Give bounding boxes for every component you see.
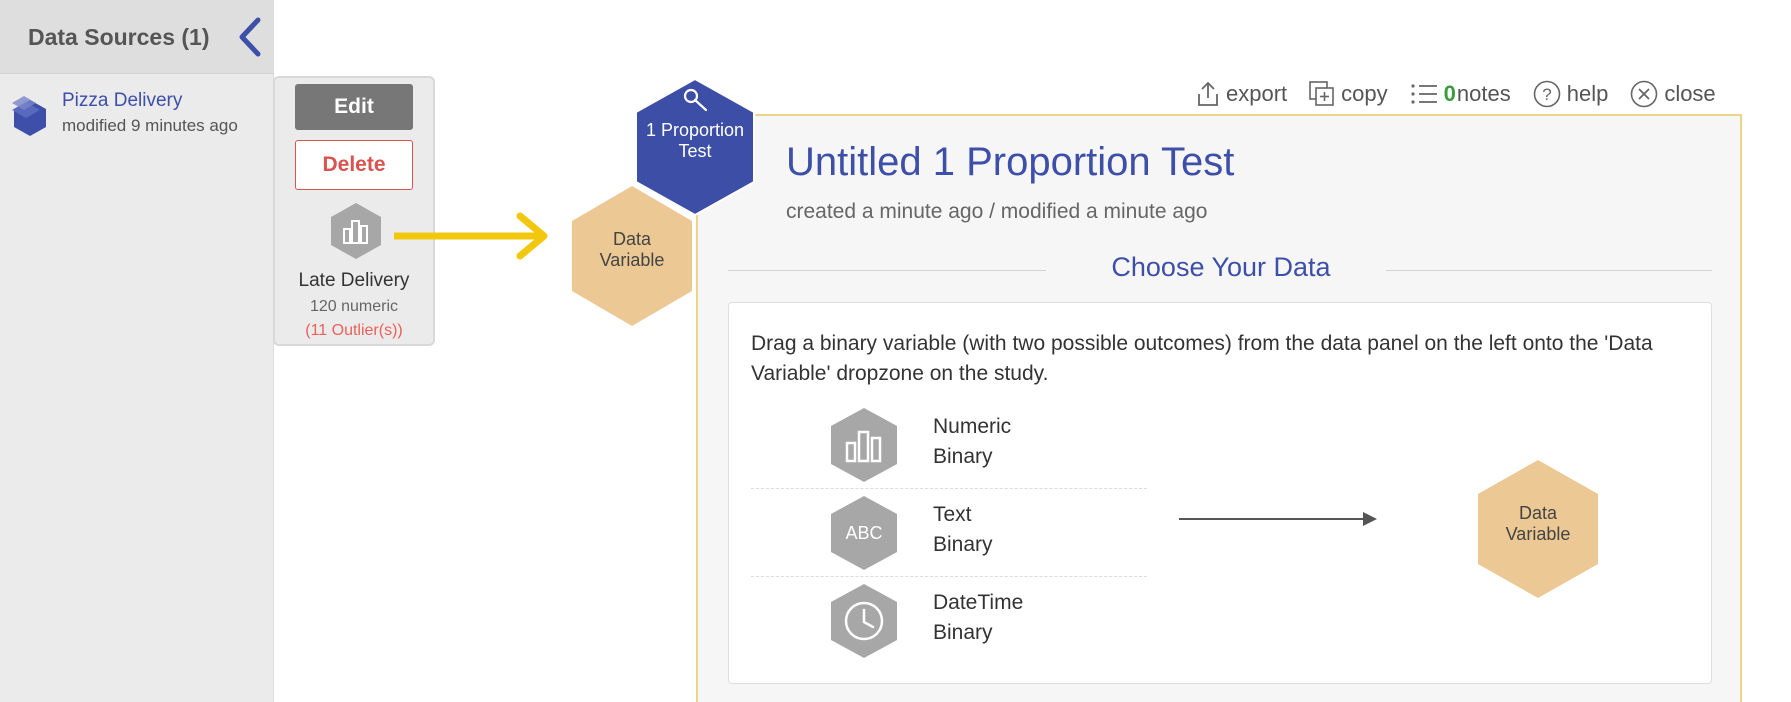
copy-button[interactable]: copy — [1309, 81, 1388, 107]
notes-count: 0 — [1443, 81, 1456, 106]
data-sources-sidebar: Data Sources (1) Pizza Delivery modified… — [0, 0, 274, 702]
section-title: Choose Your Data — [1111, 252, 1331, 282]
type-row-text: ABC Text Binary — [751, 489, 1147, 577]
bar-chart-icon — [831, 408, 897, 482]
data-variable-node-label: Data Variable — [570, 229, 694, 271]
close-button[interactable]: close — [1630, 80, 1716, 108]
export-icon — [1198, 81, 1218, 106]
type-text-label: Text — [933, 503, 972, 526]
dropzone-label-line2: Variable — [1505, 524, 1571, 544]
proportion-test-label: 1 Proportion Test — [634, 120, 756, 162]
variable-name: Late Delivery — [298, 270, 410, 291]
copy-label: copy — [1341, 81, 1388, 106]
delete-button[interactable]: Delete — [295, 140, 413, 190]
study-toolbar: export copy 0notes ? help close — [1196, 76, 1716, 112]
drag-hint-arrow — [394, 212, 548, 260]
choose-data-box: Drag a binary variable (with two possibl… — [728, 302, 1712, 684]
variable-type: 120 numeric — [309, 298, 399, 315]
help-button[interactable]: ? help — [1533, 80, 1609, 108]
variable-bar-chart-icon[interactable] — [329, 202, 383, 260]
data-source-item[interactable]: Pizza Delivery modified 9 minutes ago — [8, 88, 270, 144]
dropzone-label-line1: Data — [1518, 503, 1558, 523]
sidebar-header: Data Sources (1) — [0, 0, 274, 74]
type-datetime-label: DateTime — [933, 591, 1024, 614]
export-label: export — [1226, 81, 1288, 106]
copy-icon — [1309, 81, 1334, 106]
type-numeric-label: Numeric — [933, 415, 1012, 438]
type-numeric-sublabel: Binary — [933, 445, 993, 468]
dataset-stack-icon — [12, 96, 46, 136]
svg-text:?: ? — [1542, 85, 1551, 104]
type-text-sublabel: Binary — [933, 533, 993, 556]
clock-icon — [831, 584, 897, 658]
close-label: close — [1664, 81, 1716, 106]
abc-text-icon: ABC — [831, 496, 897, 570]
export-button[interactable]: export — [1196, 81, 1287, 107]
edit-button[interactable]: Edit — [295, 84, 413, 130]
chevron-left-icon — [239, 17, 261, 57]
instruction-text: Drag a binary variable (with two possibl… — [751, 332, 1653, 385]
test-label-line1: 1 Proportion — [645, 120, 745, 140]
study-title[interactable]: Untitled 1 Proportion Test — [786, 140, 1234, 185]
notes-label: notes — [1456, 81, 1511, 106]
type-datetime-sublabel: Binary — [933, 621, 993, 644]
data-source-modified: modified 9 minutes ago — [62, 116, 238, 135]
flow-arrow — [1179, 512, 1377, 526]
help-icon: ? — [1533, 80, 1561, 108]
sidebar-title: Data Sources (1) — [28, 24, 210, 50]
notes-button[interactable]: 0notes — [1410, 81, 1511, 107]
collapse-sidebar-button[interactable] — [234, 16, 266, 58]
data-source-popover: Edit Delete Late Delivery 120 numeric (1… — [273, 76, 435, 346]
type-row-datetime: DateTime Binary — [751, 577, 1147, 665]
data-node-label-line2: Variable — [599, 250, 665, 270]
notes-list-icon — [1411, 84, 1437, 104]
test-label-line2: Test — [678, 141, 712, 161]
dropzone-label: Data Variable — [1476, 503, 1600, 545]
variable-outliers: (11 Outlier(s)) — [305, 322, 403, 339]
type-row-numeric: Numeric Binary — [751, 401, 1147, 489]
data-node-label-line1: Data — [612, 229, 652, 249]
close-icon — [1631, 80, 1658, 108]
data-source-name[interactable]: Pizza Delivery — [62, 90, 182, 112]
abc-glyph: ABC — [845, 523, 882, 543]
help-label: help — [1566, 81, 1609, 106]
study-panel: Untitled 1 Proportion Test created a min… — [696, 114, 1742, 702]
study-meta: created a minute ago / modified a minute… — [786, 200, 1208, 223]
